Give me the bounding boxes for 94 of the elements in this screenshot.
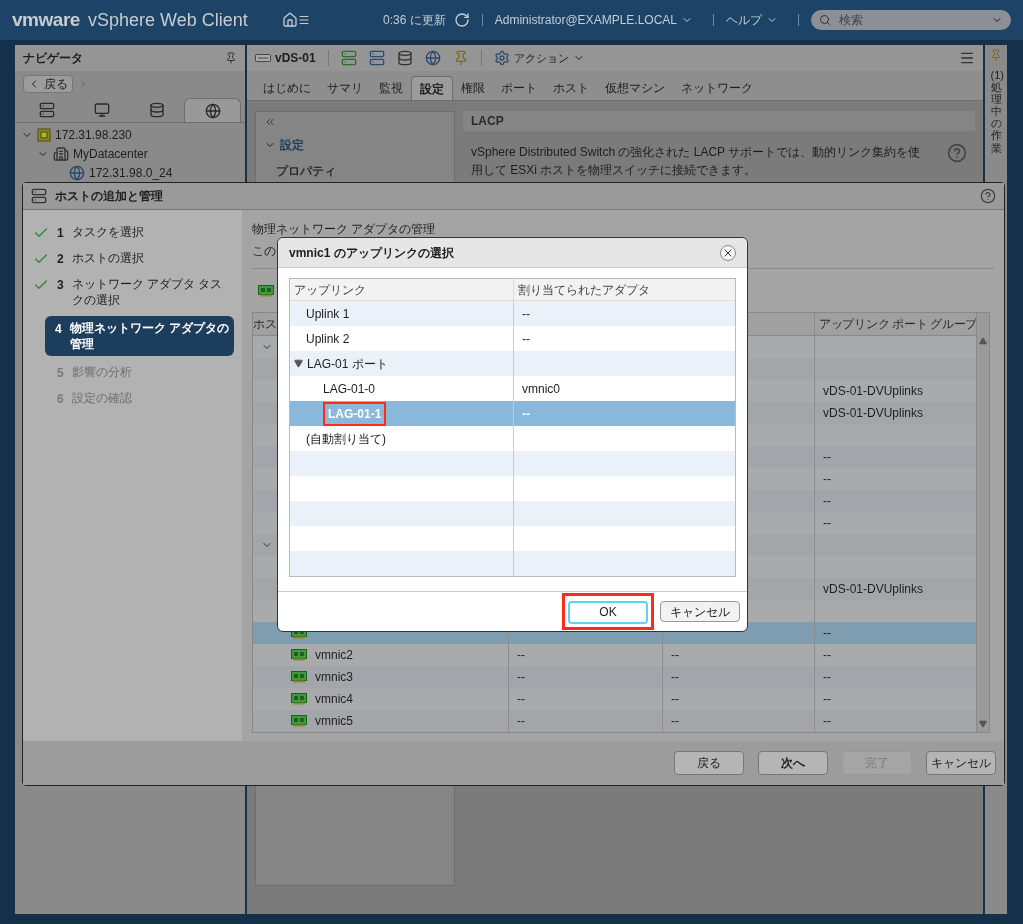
wizard-step[interactable]: 4 物理ネットワーク アダプタの管理 [45,316,234,356]
description-text: vSphere Distributed Switch の強化された LACP サポートでは、動的リンク集約を使用して ESXi ホストを物理スイッチに接続できます。 [471,144,922,179]
table-row[interactable]: vmnic2 -- -- -- [253,644,976,666]
step-label: タスクを選択 [71,224,144,240]
view-tab[interactable]: 監視 [371,76,411,100]
uplink-name: LAG-01-0 [323,380,376,398]
step-label: 影響の分析 [71,364,132,380]
step-label: ホストの選択 [71,250,144,266]
table-cell-text: vDS-01-DVUplinks [823,405,924,422]
table-cell-text: -- [823,625,831,642]
table-cell-text: vmnic5 [315,713,353,730]
table-cell-text: vmnic3 [315,669,353,686]
tree-item[interactable]: MyDatacenter [73,144,148,163]
table-cell-text: -- [517,669,525,686]
step-number: 1 [57,225,64,242]
wizard-step[interactable]: 3 ネットワーク アダプタ タスクの選択 [31,276,234,308]
ok-button[interactable]: OK [568,600,648,624]
uplink-name: LAG-01-1 [323,401,387,426]
table-cell-text: -- [671,713,679,730]
dialog-title: vmnic1 のアップリンクの選択 [289,244,454,262]
table-cell-text: -- [823,515,831,532]
table-row[interactable]: vmnic3 -- -- -- [253,666,976,688]
actions-menu[interactable]: アクション [493,49,585,67]
table-cell-text: vmnic4 [315,691,353,708]
table-cell-text: -- [671,669,679,686]
wizard-button[interactable]: キャンセル [926,751,996,775]
uplink-name: Uplink 1 [306,305,350,323]
wizard-step[interactable]: 1 タスクを選択 [31,224,234,242]
adapter-name: -- [522,305,530,323]
table-cell-text: vDS-01-DVUplinks [823,581,924,598]
product-name: vSphere Web Client [87,8,248,32]
view-tab[interactable]: 権限 [453,76,493,100]
uplink-name: LAG-01 ポート [307,355,388,373]
view-tab[interactable]: 仮想マシン [597,76,673,100]
wizard-button[interactable]: 戻る [674,751,744,775]
table-cell-text: -- [823,691,831,708]
step-number: 6 [57,391,64,408]
tree-item[interactable]: 172.31.98.0_24 [89,163,173,182]
sidebar-item[interactable]: プロパティ [276,162,446,180]
table-cell-text: vmnic2 [315,647,353,664]
step-label: 設定の確認 [71,390,132,406]
tasks-label[interactable]: (1) 処理中の作業 [990,69,1002,154]
tree-item[interactable]: 172.31.98.230 [55,125,132,144]
adapter-name: -- [522,330,530,348]
table-cell-text: -- [823,471,831,488]
table-row[interactable]: vmnic5 -- -- -- [253,710,976,732]
adapter-name: -- [522,405,530,423]
step-number: 3 [57,277,64,294]
cancel-button[interactable]: キャンセル [660,601,740,622]
view-tab[interactable]: ホスト [545,76,597,100]
table-cell-text: -- [517,647,525,664]
page-intro: この [252,243,276,260]
brand-logo: vmware [12,7,80,32]
view-tab[interactable]: はじめに [255,76,319,100]
user-menu[interactable]: Administrator@EXAMPLE.LOCAL [494,11,693,29]
uplink-name: (自動割り当て) [306,430,386,448]
table-cell-text: -- [823,493,831,510]
wizard-step[interactable]: 2 ホストの選択 [31,250,234,268]
page-title: 物理ネットワーク アダプタの管理 [252,221,436,238]
table-cell-text: -- [671,647,679,664]
step-label: 物理ネットワーク アダプタの管理 [69,320,230,352]
back-button[interactable]: 戻る [23,75,73,93]
wizard-button[interactable]: 次へ [758,751,828,775]
search-field[interactable]: 検索 [811,10,1011,30]
column-header[interactable]: 割り当てられたアダプタ [514,279,736,301]
table-cell-text: -- [671,691,679,708]
column-header[interactable]: アップリンク ポート グループ [815,313,976,336]
uplink-name: Uplink 2 [306,330,350,348]
adapter-name: vmnic0 [522,380,560,398]
table-cell-text: -- [517,691,525,708]
table-row[interactable]: vmnic4 -- -- -- [253,688,976,710]
object-name: vDS-01 [275,50,316,67]
table-cell-text: vDS-01-DVUplinks [823,383,924,400]
table-cell-text: -- [823,669,831,686]
section-heading: LACP [471,113,504,130]
table-cell-text: -- [517,713,525,730]
step-number: 5 [57,365,64,382]
step-number: 4 [55,321,62,338]
help-menu[interactable]: ヘルプ [726,11,778,29]
uplink-row[interactable]: Uplink 1 -- [290,301,735,326]
view-tab[interactable]: サマリ [319,76,371,100]
table-cell-text: -- [823,647,831,664]
panel-title: ナビゲータ [23,50,83,67]
uplink-row[interactable]: LAG-01 ポート [290,351,735,376]
view-tab[interactable]: 設定 [411,76,453,100]
step-number: 2 [57,251,64,268]
view-tab[interactable]: ネットワーク [673,76,761,100]
step-label: ネットワーク アダプタ タスクの選択 [71,276,224,308]
table-cell-text: -- [823,713,831,730]
search-input[interactable]: 検索 [839,11,991,29]
table-cell-text: -- [823,449,831,466]
view-tab[interactable]: ポート [493,76,545,100]
dialog-title: ホストの追加と管理 [55,188,163,205]
update-time: 0:36 に更新 [383,12,446,29]
